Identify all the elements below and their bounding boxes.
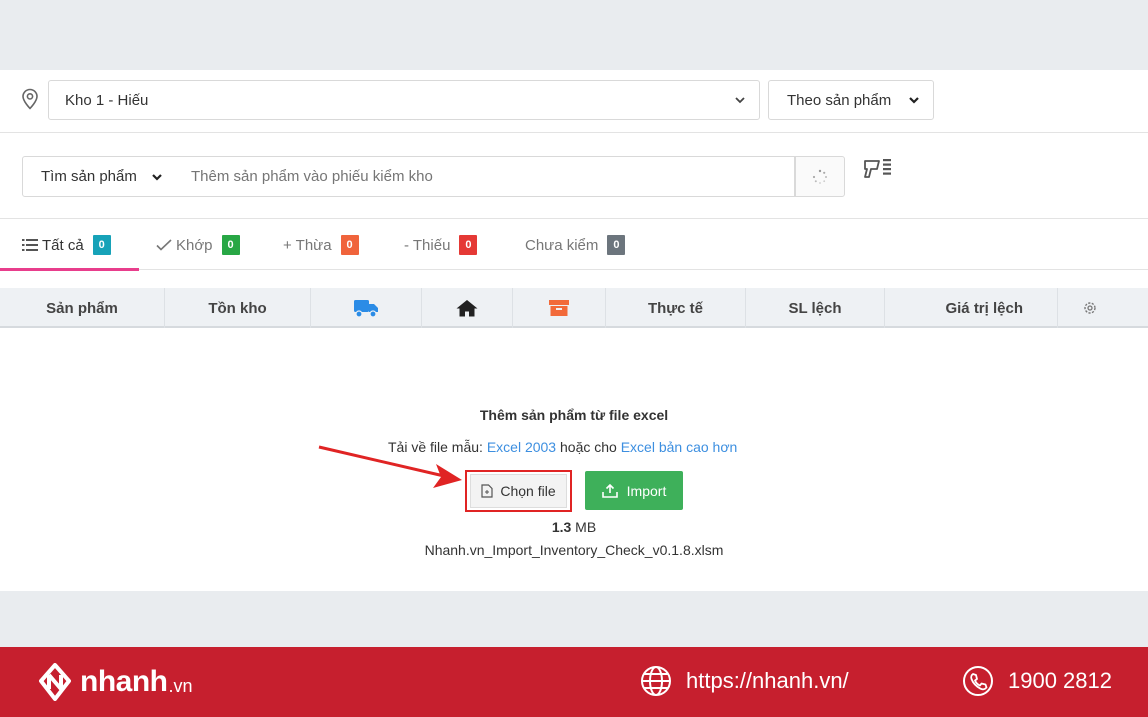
tab-count-badge: 0 [459,235,478,255]
choose-file-label: Chọn file [500,483,556,499]
column-settings-button[interactable] [1058,288,1148,328]
import-title: Thêm sản phẩm từ file excel [479,407,669,423]
chevron-down-icon [735,97,745,104]
nhanh-logo-icon [39,663,71,701]
import-label: Import [626,482,667,499]
tab-count-badge: 0 [92,235,111,255]
home-icon [456,300,478,317]
search-row: Tìm sản phẩm [0,134,1148,219]
brand-tld: .vn [168,675,193,696]
nhanh-logo: nhanh .vn [36,661,193,703]
tab-unchecked[interactable]: Chưa kiểm 0 [525,220,626,270]
tab-label: Khớp [176,236,213,254]
gear-icon [1084,302,1096,314]
check-icon [156,239,172,251]
tab-count-badge: 0 [340,235,359,255]
red-arrow-annotation [318,445,462,488]
choose-file-button[interactable]: Chọn file [465,470,572,512]
excel-2003-link[interactable]: Excel 2003 [487,439,556,455]
status-tabs: Tất cả 0 Khớp 0 + Thừa 0 - Thiếu 0 Chưa … [0,220,1148,271]
chevron-down-icon [909,97,919,104]
hotline[interactable]: 1900 2812 [962,665,1112,697]
file-size: 1.3 MB [0,519,1148,535]
brand-name: nhanh [80,665,168,698]
archive-icon [549,300,569,316]
upload-icon [601,483,618,498]
location-pin-icon [22,88,38,110]
website-url: https://nhanh.vn/ [686,668,849,693]
search-type-select[interactable]: Tìm sản phẩm [22,156,177,197]
file-name: Nhanh.vn_Import_Inventory_Check_v0.1.8.x… [424,542,724,558]
loading-spinner-icon [812,169,827,184]
column-header-stock[interactable]: Tồn kho [165,288,311,328]
phone-number: 1900 2812 [1008,668,1112,693]
column-header-home[interactable] [422,288,513,328]
warehouse-select[interactable]: Kho 1 - Hiếu [48,80,760,120]
column-header-actual[interactable]: Thực tế [606,288,746,328]
column-header-diff-qty[interactable]: SL lệch [746,288,885,328]
column-header-diff-value[interactable]: Giá trị lệch [885,288,1058,328]
globe-icon [641,666,671,696]
search-type-value: Tìm sản phẩm [41,168,137,185]
table-header: Sản phẩm Tồn kho Thực tế SL lệch Giá trị [0,288,1148,328]
website[interactable]: https://nhanh.vn/ [640,665,849,697]
column-header-shipping[interactable] [311,288,422,328]
check-mode-select[interactable]: Theo sản phẩm [768,80,934,120]
choose-file-inner: Chọn file [470,474,567,508]
excel-newer-link[interactable]: Excel bản cao hơn [621,439,738,455]
download-middle: hoặc cho [560,439,617,455]
search-spinner [795,156,845,197]
tab-count-badge: 0 [607,235,626,255]
tab-label: Tất cả [42,236,84,254]
inventory-check-panel: Kho 1 - Hiếu Theo sản phẩm Tìm sản phẩm [0,70,1148,591]
file-icon [481,484,493,498]
barcode-scanner-icon[interactable] [862,157,896,187]
import-button[interactable]: Import [585,471,683,510]
list-icon [22,239,38,251]
tab-match[interactable]: Khớp 0 [156,220,240,270]
truck-icon [354,300,378,318]
tab-count-badge: 0 [221,235,240,255]
tab-label: + Thừa [283,236,332,254]
phone-icon [963,666,993,696]
column-header-archive[interactable] [513,288,606,328]
product-search-input[interactable] [176,156,795,197]
check-mode-select-value: Theo sản phẩm [787,91,892,109]
tab-label: Chưa kiểm [525,236,599,254]
warehouse-row: Kho 1 - Hiếu Theo sản phẩm [0,70,1148,133]
tab-shortage[interactable]: - Thiếu 0 [404,220,478,270]
tab-surplus[interactable]: + Thừa 0 [283,220,359,270]
column-header-product[interactable]: Sản phẩm [0,288,165,328]
footer-banner: nhanh .vn https://nhanh.vn/ 1900 2812 [0,647,1148,717]
file-size-unit: MB [575,519,597,535]
warehouse-select-value: Kho 1 - Hiếu [65,91,149,109]
tab-all[interactable]: Tất cả 0 [0,220,139,271]
file-size-value: 1.3 [551,519,572,535]
chevron-down-icon [152,173,162,181]
tab-label: - Thiếu [404,236,451,254]
